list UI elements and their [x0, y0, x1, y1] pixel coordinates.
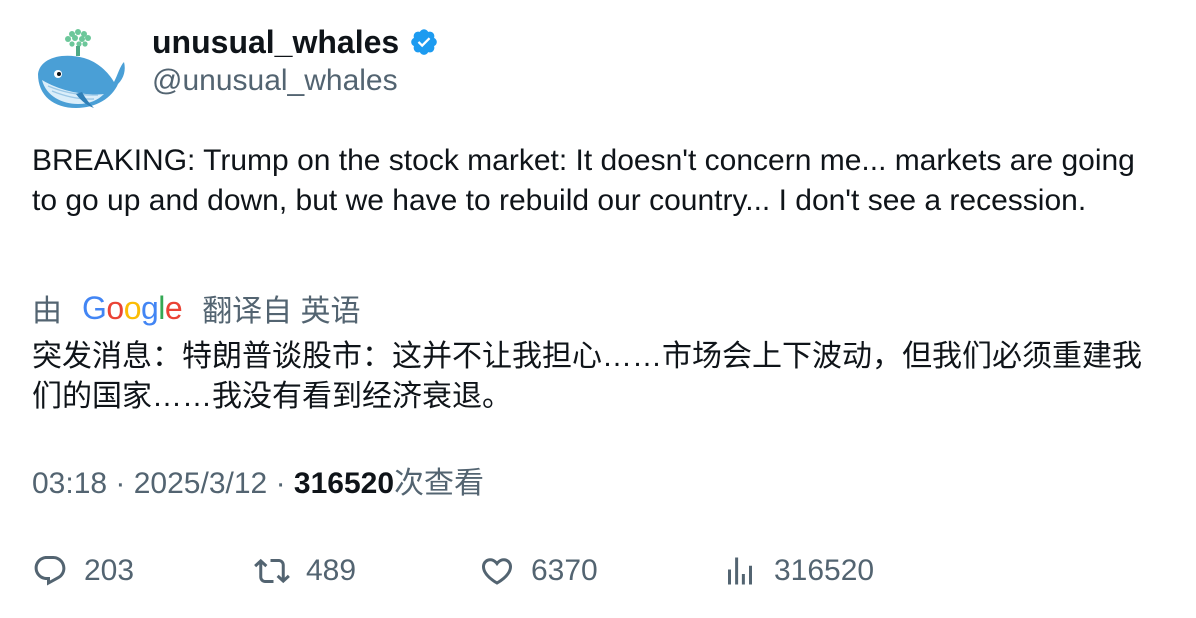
like-button[interactable]: 6370	[479, 551, 598, 591]
translated-tweet-text: 突发消息：特朗普谈股市：这并不让我担心……市场会上下波动，但我们必须重建我们的国…	[32, 340, 1142, 413]
author-display-name[interactable]: unusual_whales	[152, 22, 399, 62]
avatar[interactable]	[32, 24, 128, 120]
translation-attribution: 由 Google 翻译自 英语	[32, 288, 361, 329]
reply-count: 203	[84, 554, 135, 587]
views-label: 次查看	[394, 467, 484, 500]
action-bar: 203 489 6370 316520	[32, 551, 1162, 591]
views-action-count: 316520	[774, 554, 875, 587]
translation-suffix: 翻译自 英语	[202, 295, 361, 328]
tweet-meta: 03:18 · 2025/3/12 · 316520次查看	[32, 464, 484, 504]
tweet-time[interactable]: 03:18	[32, 467, 107, 500]
google-logo-icon: Google	[82, 289, 183, 326]
tweet-text: BREAKING: Trump on the stock market: It …	[32, 144, 1135, 217]
translation-prefix: 由	[32, 295, 62, 328]
analytics-icon	[728, 557, 752, 585]
meta-separator: ·	[275, 467, 294, 500]
verified-badge-icon[interactable]	[409, 27, 439, 57]
author-handle[interactable]: @unusual_whales	[152, 62, 398, 100]
author-name-row: unusual_whales	[152, 22, 439, 62]
like-count: 6370	[531, 554, 598, 587]
meta-separator: ·	[115, 467, 134, 500]
reply-button[interactable]: 203	[32, 551, 134, 591]
tweet-date[interactable]: 2025/3/12	[134, 467, 267, 500]
retweet-icon	[254, 558, 290, 584]
whale-logo-icon	[38, 29, 125, 108]
heart-icon	[481, 558, 513, 585]
retweet-count: 489	[306, 554, 357, 587]
views-button[interactable]: 316520	[722, 551, 874, 591]
views-count: 316520	[293, 467, 394, 500]
reply-icon	[34, 556, 66, 586]
retweet-button[interactable]: 489	[254, 551, 356, 591]
